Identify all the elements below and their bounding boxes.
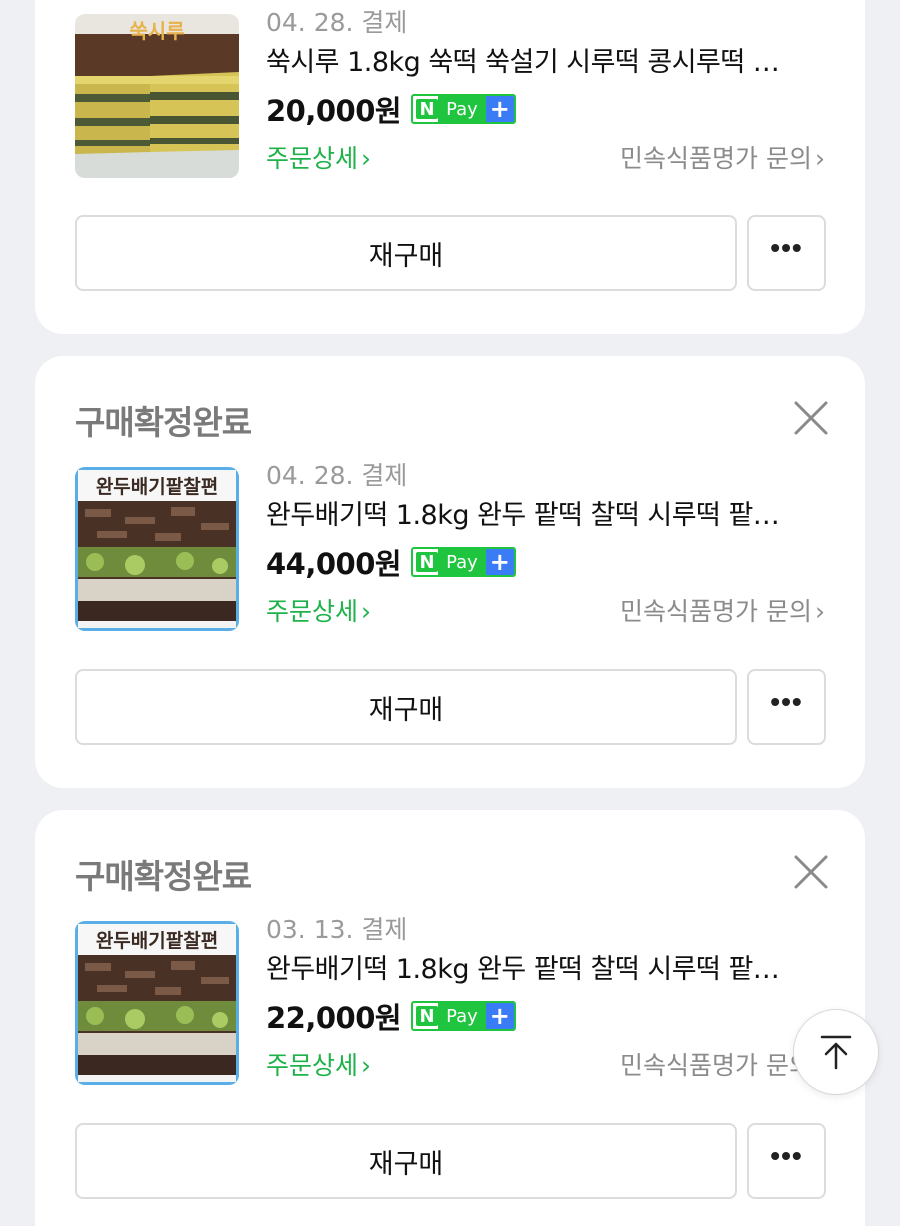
plus-icon: + bbox=[485, 96, 514, 122]
order-card: 쑥시루 04. 28. 결제 쑥시루 1.8kg 쑥떡 쑥설기 시루떡 콩시루떡… bbox=[35, 0, 865, 334]
more-icon: ••• bbox=[770, 1140, 803, 1171]
plus-icon: + bbox=[485, 549, 514, 575]
npay-pay-label: Pay bbox=[438, 96, 486, 122]
plus-icon: + bbox=[485, 1003, 514, 1029]
order-card: 구매확정완료 완두배기팥찰 bbox=[35, 356, 865, 788]
thumbnail-label: 완두배기팥찰편 bbox=[96, 930, 218, 952]
order-detail-label: 주문상세 bbox=[266, 144, 359, 173]
npay-pay-label: Pay bbox=[438, 549, 486, 575]
chevron-right-icon: › bbox=[361, 144, 372, 173]
order-detail-label: 주문상세 bbox=[266, 597, 359, 626]
seller-inquiry-label: 민속식품명가 문의 bbox=[620, 597, 812, 626]
order-status: 구매확정완료 bbox=[75, 403, 252, 442]
more-icon: ••• bbox=[770, 232, 803, 263]
order-detail-label: 주문상세 bbox=[266, 1051, 359, 1080]
wandu-baegi-tteok-image: 완두배기팥찰편 bbox=[75, 467, 239, 631]
order-date: 04. 28. 결제 bbox=[266, 461, 408, 490]
chevron-right-icon: › bbox=[815, 144, 825, 173]
more-options-button[interactable]: ••• bbox=[747, 215, 826, 291]
price-row: 44,000원 N Pay + bbox=[266, 539, 825, 585]
order-info: 03. 13. 결제 완두배기떡 1.8kg 완두 팥떡 찰떡 시루떡 팥… 2… bbox=[266, 913, 825, 1089]
chevron-right-icon: › bbox=[361, 1051, 372, 1080]
product-title[interactable]: 쑥시루 1.8kg 쑥떡 쑥설기 시루떡 콩시루떡 … bbox=[266, 40, 825, 86]
more-options-button[interactable]: ••• bbox=[747, 669, 826, 745]
order-date: 04. 28. 결제 bbox=[266, 8, 408, 37]
link-row: 주문상세› 민속식품명가 문의› bbox=[266, 132, 825, 182]
order-info: 04. 28. 결제 쑥시루 1.8kg 쑥떡 쑥설기 시루떡 콩시루떡 … 2… bbox=[266, 6, 825, 182]
rebuy-button[interactable]: 재구매 bbox=[75, 1123, 737, 1199]
ssuk-sirutteok-image: 쑥시루 bbox=[75, 14, 239, 178]
product-thumbnail[interactable]: 완두배기팥찰편 bbox=[75, 921, 239, 1085]
seller-inquiry-link[interactable]: 민속식품명가 문의› bbox=[620, 139, 825, 175]
order-history-page: 쑥시루 04. 28. 결제 쑥시루 1.8kg 쑥떡 쑥설기 시루떡 콩시루떡… bbox=[0, 0, 900, 1226]
more-icon: ••• bbox=[770, 686, 803, 717]
rebuy-button[interactable]: 재구매 bbox=[75, 669, 737, 745]
price-row: 20,000원 N Pay + bbox=[266, 86, 825, 132]
price: 44,000원 bbox=[266, 547, 402, 581]
npay-n-logo: N bbox=[416, 99, 439, 120]
seller-inquiry-label: 민속식품명가 문의 bbox=[620, 1051, 812, 1080]
npay-n-logo: N bbox=[416, 1006, 439, 1027]
close-icon[interactable] bbox=[793, 400, 829, 436]
seller-inquiry-label: 민속식품명가 문의 bbox=[620, 144, 812, 173]
seller-inquiry-link[interactable]: 민속식품명가 문의› bbox=[620, 592, 825, 628]
npay-n-logo: N bbox=[416, 552, 439, 573]
product-thumbnail[interactable]: 완두배기팥찰편 bbox=[75, 467, 239, 631]
product-title[interactable]: 완두배기떡 1.8kg 완두 팥떡 찰떡 시루떡 팥… bbox=[266, 947, 825, 993]
chevron-right-icon: › bbox=[361, 597, 372, 626]
price: 22,000원 bbox=[266, 1001, 402, 1035]
scroll-to-top-button[interactable] bbox=[793, 1009, 879, 1095]
order-detail-link[interactable]: 주문상세 › bbox=[266, 1046, 371, 1082]
order-date: 03. 13. 결제 bbox=[266, 915, 408, 944]
npay-pay-label: Pay bbox=[438, 1003, 486, 1029]
order-info: 04. 28. 결제 완두배기떡 1.8kg 완두 팥떡 찰떡 시루떡 팥… 4… bbox=[266, 459, 825, 635]
npay-plus-badge: N Pay + bbox=[411, 94, 516, 124]
arrow-up-to-top-icon bbox=[820, 1035, 852, 1070]
close-icon[interactable] bbox=[793, 854, 829, 890]
chevron-right-icon: › bbox=[815, 597, 825, 626]
order-detail-link[interactable]: 주문상세 › bbox=[266, 592, 371, 628]
npay-plus-badge: N Pay + bbox=[411, 1001, 516, 1031]
order-status: 구매확정완료 bbox=[75, 857, 252, 896]
rebuy-button[interactable]: 재구매 bbox=[75, 215, 737, 291]
order-card: 구매확정완료 완두배기팥찰 bbox=[35, 810, 865, 1226]
thumbnail-label: 완두배기팥찰편 bbox=[96, 476, 218, 498]
more-options-button[interactable]: ••• bbox=[747, 1123, 826, 1199]
wandu-baegi-tteok-image: 완두배기팥찰편 bbox=[75, 921, 239, 1085]
price-row: 22,000원 N Pay + bbox=[266, 993, 825, 1039]
link-row: 주문상세› 민속식품명가 문의 › bbox=[266, 1039, 825, 1089]
link-row: 주문상세› 민속식품명가 문의› bbox=[266, 585, 825, 635]
price: 20,000원 bbox=[266, 94, 402, 128]
thumbnail-label: 쑥시루 bbox=[129, 19, 184, 43]
product-title[interactable]: 완두배기떡 1.8kg 완두 팥떡 찰떡 시루떡 팥… bbox=[266, 493, 825, 539]
npay-plus-badge: N Pay + bbox=[411, 547, 516, 577]
order-detail-link[interactable]: 주문상세 › bbox=[266, 139, 371, 175]
product-thumbnail[interactable]: 쑥시루 bbox=[75, 14, 239, 178]
